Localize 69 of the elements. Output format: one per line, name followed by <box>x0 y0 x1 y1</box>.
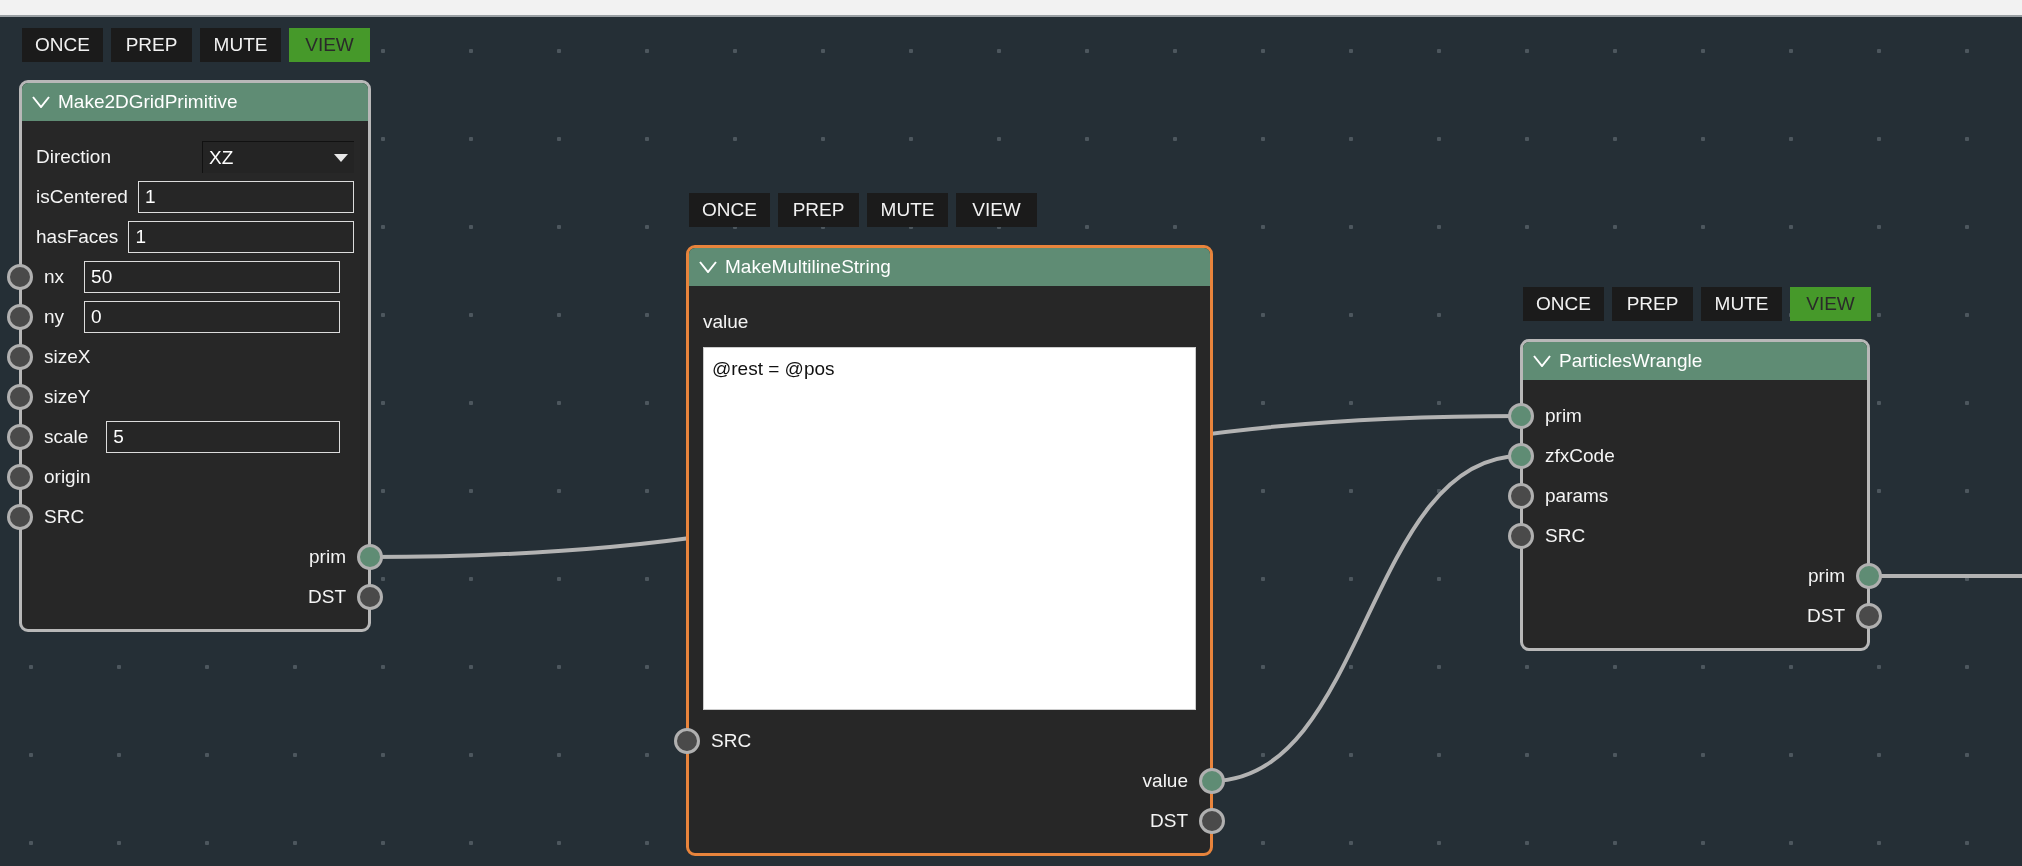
direction-dropdown[interactable]: XZ <box>202 141 354 173</box>
port-socket[interactable] <box>674 728 700 754</box>
port-socket[interactable] <box>357 544 383 570</box>
node-header[interactable]: Make2DGridPrimitive <box>22 83 368 121</box>
port-socket[interactable] <box>1856 603 1882 629</box>
socket-label: DST <box>308 586 346 608</box>
toggle-button[interactable]: MUTE <box>867 193 948 227</box>
toggle-button[interactable]: VIEW <box>956 193 1037 227</box>
port-socket[interactable] <box>1508 443 1534 469</box>
toggle-button[interactable]: VIEW <box>1790 287 1871 321</box>
socket-label: ny <box>44 306 65 328</box>
socket-label: DST <box>1150 810 1188 832</box>
socket-label: SRC <box>1545 525 1586 547</box>
port-socket[interactable] <box>7 264 33 290</box>
input-field[interactable]: 50 <box>84 261 340 293</box>
toggle-button[interactable]: ONCE <box>1523 287 1604 321</box>
socket-label: sizeX <box>44 346 91 368</box>
socket-label: value <box>1142 770 1188 792</box>
param-label: Direction <box>36 146 111 168</box>
toggle-button[interactable]: VIEW <box>289 28 370 62</box>
port-socket[interactable] <box>357 584 383 610</box>
node-card[interactable]: MakeMultilineString value @rest = @pos SRC value DST <box>686 245 1213 856</box>
toggle-button[interactable]: PREP <box>778 193 859 227</box>
port-socket[interactable] <box>1508 403 1534 429</box>
port-socket[interactable] <box>1508 523 1534 549</box>
chevron-down-icon[interactable] <box>699 261 717 273</box>
port-socket[interactable] <box>1199 808 1225 834</box>
socket-label: DST <box>1807 605 1845 627</box>
input-field[interactable]: 0 <box>84 301 340 333</box>
chevron-down-icon[interactable] <box>1533 355 1551 367</box>
dropdown-caret-icon <box>334 153 348 162</box>
socket-label: params <box>1545 485 1609 507</box>
socket-label: sizeY <box>44 386 91 408</box>
port-socket[interactable] <box>7 384 33 410</box>
node-header[interactable]: ParticlesWrangle <box>1523 342 1867 380</box>
port-socket[interactable] <box>1199 768 1225 794</box>
text-area[interactable]: @rest = @pos <box>703 347 1196 710</box>
socket-label: prim <box>309 546 346 568</box>
port-socket[interactable] <box>1856 563 1882 589</box>
socket-label: prim <box>1808 565 1845 587</box>
toggle-button[interactable]: MUTE <box>1701 287 1782 321</box>
port-socket[interactable] <box>7 344 33 370</box>
input-field[interactable]: 1 <box>137 181 354 213</box>
toggle-button[interactable]: ONCE <box>22 28 103 62</box>
toggle-button[interactable]: PREP <box>1612 287 1693 321</box>
port-socket[interactable] <box>7 504 33 530</box>
input-field[interactable]: 5 <box>106 421 340 453</box>
socket-label: scale <box>44 426 89 448</box>
socket-label: SRC <box>711 730 752 752</box>
param-label: isCentered <box>36 186 128 208</box>
node-header[interactable]: MakeMultilineString <box>689 248 1210 286</box>
toggle-button[interactable]: PREP <box>111 28 192 62</box>
port-socket[interactable] <box>7 304 33 330</box>
socket-label: origin <box>44 466 91 488</box>
port-socket[interactable] <box>7 464 33 490</box>
chevron-down-icon[interactable] <box>32 96 50 108</box>
toggle-button[interactable]: ONCE <box>689 193 770 227</box>
toggle-button[interactable]: MUTE <box>200 28 281 62</box>
port-socket[interactable] <box>1508 483 1534 509</box>
input-field[interactable]: 1 <box>128 221 354 253</box>
port-socket[interactable] <box>7 424 33 450</box>
node-card[interactable]: Make2DGridPrimitive Direction XZ isCentered 1 hasFaces 1 nx 50 ny 0 sizeX sizeY scale 5 origin SRC prim DST <box>19 80 371 632</box>
socket-label: SRC <box>44 506 85 528</box>
socket-label: prim <box>1545 405 1582 427</box>
socket-label: zfxCode <box>1545 445 1615 467</box>
param-label: value <box>703 311 749 333</box>
param-label: hasFaces <box>36 226 119 248</box>
node-card[interactable]: ParticlesWrangle prim zfxCode params SRC prim DST <box>1520 339 1870 651</box>
socket-label: nx <box>44 266 65 288</box>
